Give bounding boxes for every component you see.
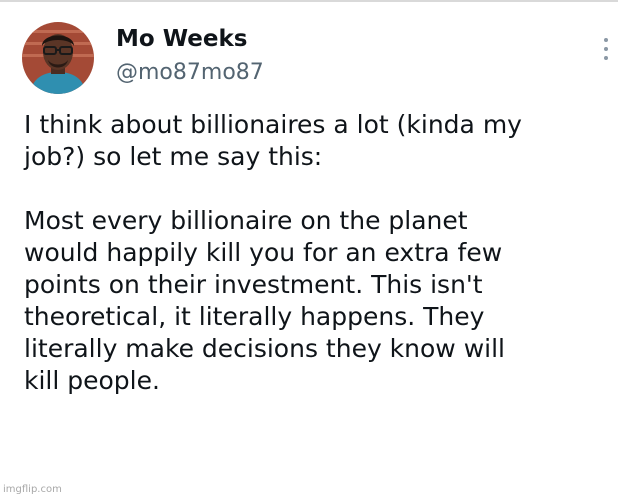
avatar[interactable] (22, 22, 94, 94)
tweet-text: I think about billionaires a lot (kinda … (24, 109, 609, 397)
more-vertical-icon[interactable] (600, 38, 612, 66)
top-divider (0, 0, 618, 2)
more-dot (604, 56, 608, 60)
watermark: imgflip.com (3, 484, 62, 495)
author-handle[interactable]: @mo87mo87 (116, 60, 264, 85)
tweet-paragraph: Most every billionaire on the planet wou… (24, 206, 505, 395)
more-dot (604, 47, 608, 51)
avatar-image (22, 22, 94, 94)
author-display-name[interactable]: Mo Weeks (116, 26, 247, 52)
more-dot (604, 38, 608, 42)
tweet-paragraph: I think about billionaires a lot (kinda … (24, 110, 522, 171)
